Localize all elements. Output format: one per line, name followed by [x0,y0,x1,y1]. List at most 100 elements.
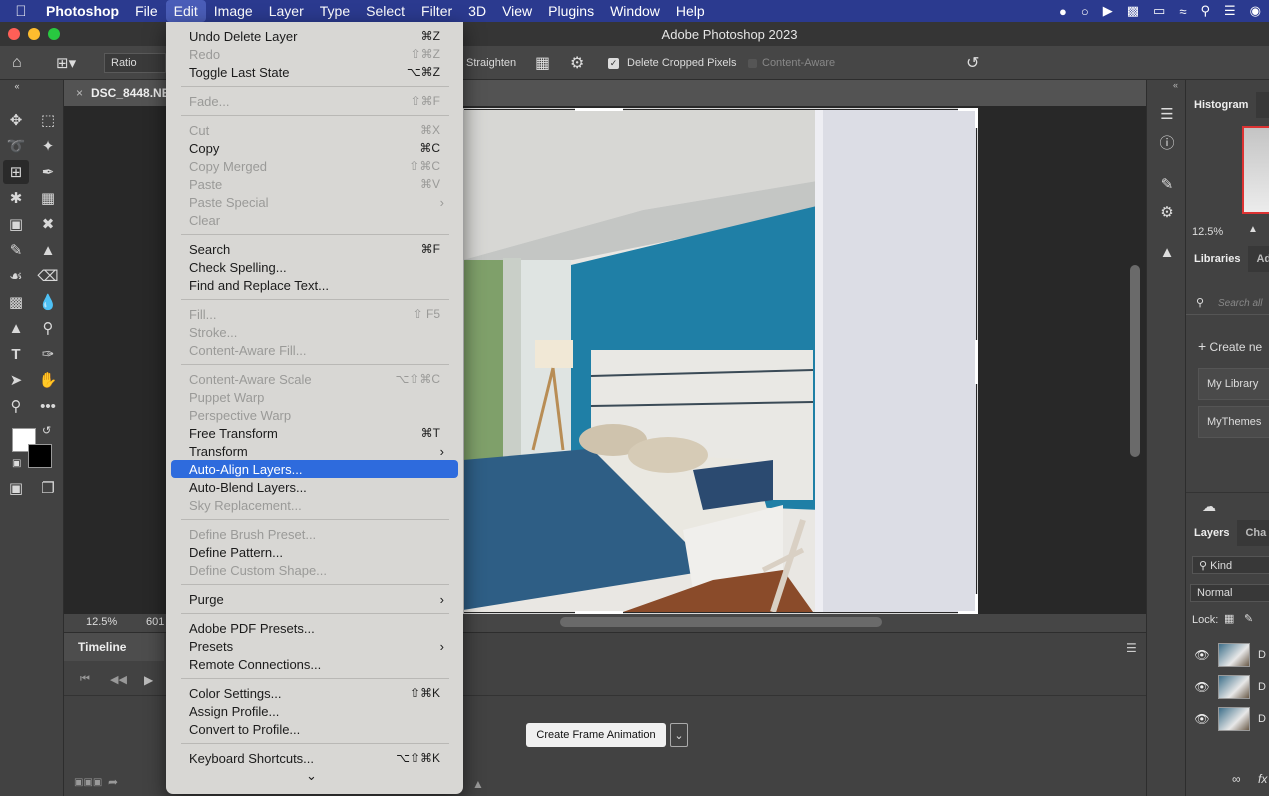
layer-row[interactable]: 👁 D [1186,704,1269,734]
menu-item-toggle-last-state[interactable]: Toggle Last State ⌥⌘Z [171,63,458,81]
lasso-tool-icon[interactable]: ➰ [3,134,29,158]
navigator-zoom[interactable]: 12.5% [1192,226,1223,238]
spotlight-search-icon[interactable]: ⚲ [1200,3,1210,19]
crop-tool-preset-icon[interactable]: ⊞▾ [56,46,76,80]
menu-item-stroke[interactable]: Stroke... [171,323,458,341]
menu-item-copy-merged[interactable]: Copy Merged ⇧⌘C [171,157,458,175]
menu-item-transform[interactable]: Transform › [171,442,458,460]
menu-app[interactable]: Photoshop [42,0,127,22]
path-selection-tool-icon[interactable]: ➤ [3,368,29,392]
library-item-mythemes[interactable]: MyThemes [1198,406,1269,438]
crop-handle-bottom-right-v[interactable] [975,594,978,614]
content-aware-checkbox[interactable]: Content-Aware [748,46,835,80]
reset-crop-icon[interactable]: ↺ [966,46,979,80]
layer-kind-filter[interactable]: ⚲ Kind [1192,556,1269,574]
menu-filter[interactable]: Filter [413,0,460,22]
extensions-icon[interactable]: ● [1059,4,1067,19]
menu-file[interactable]: File [127,0,166,22]
creative-cloud-icon[interactable]: ○ [1081,4,1089,19]
battery-icon[interactable]: ▭ [1153,3,1165,19]
blur-tool-icon[interactable]: 💧 [35,290,61,314]
menu-item-color-settings[interactable]: Color Settings... ⇧⌘K [171,684,458,702]
menu-item-copy[interactable]: Copy ⌘C [171,139,458,157]
tab-channels[interactable]: Cha [1237,520,1269,546]
timeline-tab[interactable]: Timeline [64,633,164,661]
document-tab[interactable]: × DSC_8448.NE [64,80,174,106]
wifi-icon[interactable]: ≈ [1179,4,1186,19]
menu-item-keyboard-shortcuts[interactable]: Keyboard Shortcuts... ⌥⇧⌘K [171,749,458,767]
menu-item-convert-to-profile[interactable]: Convert to Profile... [171,720,458,738]
gradient-tool-icon[interactable]: ▩ [3,290,29,314]
vertical-scrollbar[interactable] [1130,265,1140,457]
menu-item-paste-special[interactable]: Paste Special › [171,193,458,211]
menu-item-cut[interactable]: Cut ⌘X [171,121,458,139]
clone-stamp-tool-icon[interactable]: ▲ [35,238,61,262]
crop-handle-right[interactable] [975,340,978,384]
path-pen-tool-icon[interactable]: ✑ [35,342,61,366]
control-center-icon[interactable]: ☰ [1224,3,1236,19]
menu-window[interactable]: Window [602,0,668,22]
eraser-tool-icon[interactable]: ⌫ [35,264,61,288]
status-doc-info[interactable]: 601 [146,616,164,628]
frame-tool-icon[interactable]: ▣ [3,212,29,236]
menu-item-define-pattern[interactable]: Define Pattern... [171,543,458,561]
menu-item-adobe-pdf-presets[interactable]: Adobe PDF Presets... [171,619,458,637]
menu-image[interactable]: Image [206,0,261,22]
menu-item-check-spelling[interactable]: Check Spelling... [171,258,458,276]
menu-item-assign-profile[interactable]: Assign Profile... [171,702,458,720]
visibility-eye-icon[interactable]: 👁 [1186,712,1218,726]
lock-brush-icon[interactable]: ✎ [1244,612,1253,625]
home-icon[interactable]: ⌂ [12,46,34,80]
menu-item-puppet-warp[interactable]: Puppet Warp [171,388,458,406]
close-document-icon[interactable]: × [76,86,83,100]
screen-mode-icon[interactable]: ❐ [35,476,61,500]
menu-item-search[interactable]: Search ⌘F [171,240,458,258]
menu-item-find-and-replace-text[interactable]: Find and Replace Text... [171,276,458,294]
marquee-tool-icon[interactable]: ⬚ [35,108,61,132]
collapse-toolbar-icon[interactable]: « [4,80,30,92]
properties-sliders-icon[interactable]: ⚙ [1155,200,1179,224]
menu-item-presets[interactable]: Presets › [171,637,458,655]
zoom-mountain-icon[interactable]: ▲ [472,777,484,791]
type-tool-icon[interactable]: T [3,342,29,366]
menu-item-sky-replacement[interactable]: Sky Replacement... [171,496,458,514]
object-selection-tool-icon[interactable]: ✦ [35,134,61,158]
menu-item-auto-blend-layers[interactable]: Auto-Blend Layers... [171,478,458,496]
crop-handle-top-right-v[interactable] [975,108,978,128]
menu-item-undo-delete-layer[interactable]: Undo Delete Layer ⌘Z [171,27,458,45]
pen-tool-icon[interactable]: ▲ [3,316,29,340]
play-icon[interactable]: ▶ [1103,3,1113,19]
brush-settings-icon[interactable]: ✎ [1155,172,1179,196]
menu-item-clear[interactable]: Clear [171,211,458,229]
menu-item-auto-align-layers[interactable]: Auto-Align Layers... [171,460,458,478]
clone-source-icon[interactable]: ▲ [1155,240,1179,264]
hand-tool-icon[interactable]: ✋ [35,368,61,392]
create-new-library-button[interactable]: + Create ne [1198,338,1262,354]
tab-histogram[interactable]: Histogram [1186,92,1257,118]
background-color-swatch[interactable] [28,444,52,468]
swap-colors-icon[interactable]: ↺ [42,424,51,437]
info-icon[interactable]: ⓘ [1155,130,1179,154]
menu-item-content-aware-fill[interactable]: Content-Aware Fill... [171,341,458,359]
menu-select[interactable]: Select [358,0,413,22]
visibility-eye-icon[interactable]: 👁 [1186,648,1218,662]
patch-tool-icon[interactable]: ✖ [35,212,61,236]
layer-row[interactable]: 👁 D [1186,672,1269,702]
dodge-tool-icon[interactable]: ⚲ [35,316,61,340]
crop-ratio-select[interactable]: Ratio [104,46,166,80]
menu-item-free-transform[interactable]: Free Transform ⌘T [171,424,458,442]
visibility-eye-icon[interactable]: 👁 [1186,680,1218,694]
menu-edit[interactable]: Edit [165,0,206,22]
default-colors-icon[interactable]: ▣ [12,458,21,469]
eyedropper-tool-icon[interactable]: ✒ [35,160,61,184]
move-tool-icon[interactable]: ✥ [3,108,29,132]
keyboard-icon[interactable]: ▩ [1127,3,1139,19]
spot-healing-tool-icon[interactable]: ✱ [3,186,29,210]
menu-item-define-brush-preset[interactable]: Define Brush Preset... [171,525,458,543]
tab-libraries[interactable]: Libraries [1186,246,1249,272]
blend-mode-select[interactable]: Normal [1190,584,1269,602]
panel-menu-icon[interactable]: ☰ [1126,641,1137,655]
tab-layers[interactable]: Layers [1186,520,1238,546]
menu-item-define-custom-shape[interactable]: Define Custom Shape... [171,561,458,579]
delete-cropped-checkbox[interactable]: ✓ Delete Cropped Pixels [608,46,736,80]
